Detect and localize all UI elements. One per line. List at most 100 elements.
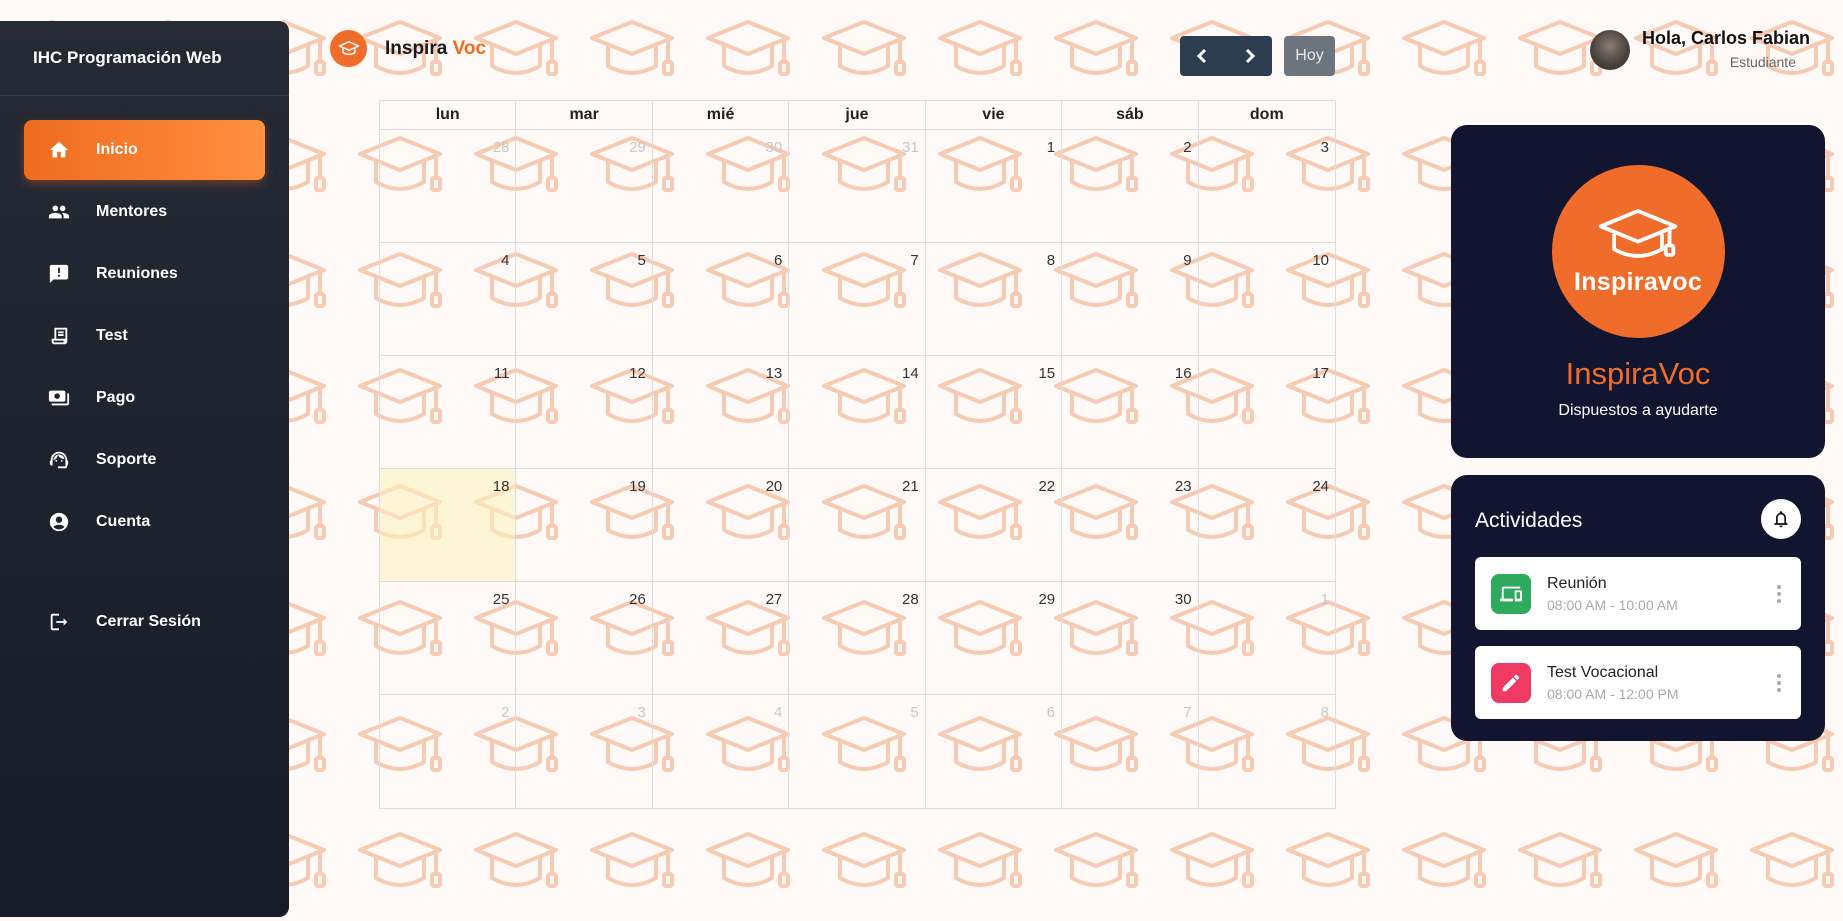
- activity-item[interactable]: Test Vocacional 08:00 AM - 12:00 PM: [1475, 646, 1801, 719]
- calendar-day[interactable]: 30: [1062, 582, 1199, 695]
- calendar-day[interactable]: 14: [789, 356, 926, 469]
- sidebar-item-label: Mentores: [96, 203, 168, 220]
- graduation-cap-icon: [1598, 209, 1678, 258]
- activity-time: 08:00 AM - 10:00 AM: [1547, 596, 1678, 613]
- today-button[interactable]: Hoy: [1284, 36, 1335, 76]
- calendar-day[interactable]: 28: [789, 582, 926, 695]
- sidebar-item-label: Pago: [96, 389, 136, 406]
- calendar-day[interactable]: 19: [516, 469, 653, 582]
- calendar-day[interactable]: 15: [925, 356, 1063, 469]
- activity-text: Test Vocacional 08:00 AM - 12:00 PM: [1547, 664, 1773, 702]
- pencil-icon: [1491, 662, 1531, 703]
- calendar-day[interactable]: 9: [1062, 243, 1199, 356]
- calendar-day[interactable]: 6: [652, 243, 790, 356]
- logout-button[interactable]: Cerrar Sesión: [24, 592, 265, 652]
- calendar-day[interactable]: 2: [380, 695, 517, 808]
- calendar-day[interactable]: 5: [516, 243, 653, 356]
- activity-text: Reunión 08:00 AM - 10:00 AM: [1547, 575, 1773, 613]
- calendar-day[interactable]: 22: [925, 469, 1063, 582]
- calendar-day[interactable]: 8: [1199, 695, 1335, 808]
- sidebar-item-test[interactable]: Test: [24, 306, 265, 366]
- calendar-day[interactable]: 27: [652, 582, 790, 695]
- calendar-day[interactable]: 25: [380, 582, 517, 695]
- calendar-day[interactable]: 6: [926, 695, 1063, 808]
- sidebar-item-label: Inicio: [96, 141, 138, 158]
- weekday-label: sáb: [1062, 101, 1199, 129]
- calendar-day[interactable]: 3: [516, 695, 653, 808]
- brand-card-title: InspiraVoc: [1565, 356, 1711, 391]
- calendar-day[interactable]: 16: [1062, 356, 1199, 469]
- avatar[interactable]: [1589, 30, 1630, 70]
- payment-icon: [48, 387, 74, 409]
- calendar-day[interactable]: 28: [380, 130, 517, 243]
- logout-label: Cerrar Sesión: [96, 613, 201, 630]
- calendar-day[interactable]: 21: [789, 469, 926, 582]
- calendar-day[interactable]: 23: [1062, 469, 1199, 582]
- activities-header: Actividades: [1475, 499, 1801, 539]
- calendar-day[interactable]: 11: [380, 356, 517, 469]
- brand[interactable]: Inspira Voc: [330, 30, 486, 67]
- brand-card-subtitle: Dispuestos a ayudarte: [1558, 402, 1718, 419]
- brand-logo: [330, 30, 367, 67]
- calendar-day[interactable]: 31: [789, 130, 926, 243]
- brand-card-logo-word: Inspiravoc: [1573, 268, 1703, 296]
- calendar-day[interactable]: 10: [1198, 243, 1335, 356]
- sidebar-item-label: Test: [96, 327, 128, 344]
- brand-name: Inspira Voc: [385, 38, 486, 60]
- next-month-button[interactable]: [1226, 36, 1272, 76]
- more-options-icon[interactable]: [1773, 672, 1785, 693]
- calendar-day[interactable]: 24: [1198, 469, 1335, 582]
- home-icon: [48, 139, 74, 161]
- calendar-day[interactable]: 30: [652, 130, 790, 243]
- calendar-day[interactable]: 8: [925, 243, 1063, 356]
- calendar-day[interactable]: 1: [1198, 582, 1335, 695]
- brand-name-suffix: Voc: [452, 37, 487, 59]
- account-icon: [48, 511, 74, 533]
- calendar-day[interactable]: 7: [1062, 695, 1199, 808]
- calendar-day[interactable]: 12: [516, 356, 653, 469]
- brand-card: Inspiravoc InspiraVoc Dispuestos a ayuda…: [1451, 125, 1825, 458]
- sidebar-item-label: Reuniones: [96, 265, 178, 282]
- calendar-day[interactable]: 5: [789, 695, 926, 808]
- calendar-day[interactable]: 3: [1198, 130, 1335, 243]
- calendar-day-today[interactable]: 18: [380, 469, 517, 582]
- user-profile[interactable]: Hola, Carlos Fabian Estudiante: [1589, 28, 1810, 70]
- sidebar-nav: Inicio Mentores Reuniones Test Pago Sopo…: [0, 120, 289, 652]
- calendar-day[interactable]: 29: [925, 582, 1063, 695]
- calendar-day[interactable]: 13: [652, 356, 790, 469]
- activity-item[interactable]: Reunión 08:00 AM - 10:00 AM: [1475, 557, 1801, 630]
- chevron-left-icon: [1196, 48, 1207, 64]
- calendar-grid: 28 29 30 31 1 2 3 4 5 6 7 8 9 10 11 12 13 14 15 16 17 18 19 20 2…: [380, 130, 1335, 808]
- more-options-icon[interactable]: [1773, 583, 1785, 604]
- calendar-weekday-header: lun mar mié jue vie sáb dom: [380, 101, 1335, 130]
- calendar-day[interactable]: 29: [516, 130, 653, 243]
- calendar-day[interactable]: 4: [653, 695, 790, 808]
- bell-icon: [1774, 511, 1788, 528]
- chevron-right-icon: [1245, 48, 1256, 64]
- calendar-day[interactable]: 7: [789, 243, 926, 356]
- activities-panel: Actividades Reunión 08:00 AM - 10:00 AM …: [1451, 475, 1825, 741]
- sidebar-item-mentores[interactable]: Mentores: [24, 182, 265, 242]
- calendar-day[interactable]: 4: [380, 243, 517, 356]
- weekday-label: lun: [380, 101, 517, 129]
- calendar-day[interactable]: 2: [1062, 130, 1199, 243]
- sidebar-item-pago[interactable]: Pago: [24, 368, 265, 428]
- calendar: lun mar mié jue vie sáb dom 28 29 30 31 1 2 3 4…: [379, 100, 1336, 809]
- weekday-label: jue: [789, 101, 926, 129]
- user-role: Estudiante: [1729, 54, 1796, 70]
- calendar-day[interactable]: 20: [652, 469, 790, 582]
- chat-icon: [48, 263, 74, 285]
- sidebar-item-inicio[interactable]: Inicio: [24, 120, 265, 180]
- sidebar-item-soporte[interactable]: Soporte: [24, 430, 265, 490]
- sidebar-item-reuniones[interactable]: Reuniones: [24, 244, 265, 304]
- weekday-label: mar: [516, 101, 653, 129]
- user-info: Hola, Carlos Fabian Estudiante: [1642, 28, 1810, 70]
- people-icon: [48, 201, 74, 223]
- sidebar-item-label: Cuenta: [96, 513, 151, 530]
- sidebar-item-cuenta[interactable]: Cuenta: [24, 492, 265, 552]
- calendar-day[interactable]: 1: [925, 130, 1063, 243]
- calendar-day[interactable]: 26: [516, 582, 653, 695]
- notifications-button[interactable]: [1761, 499, 1801, 539]
- calendar-day[interactable]: 17: [1198, 356, 1335, 469]
- prev-month-button[interactable]: [1180, 36, 1226, 76]
